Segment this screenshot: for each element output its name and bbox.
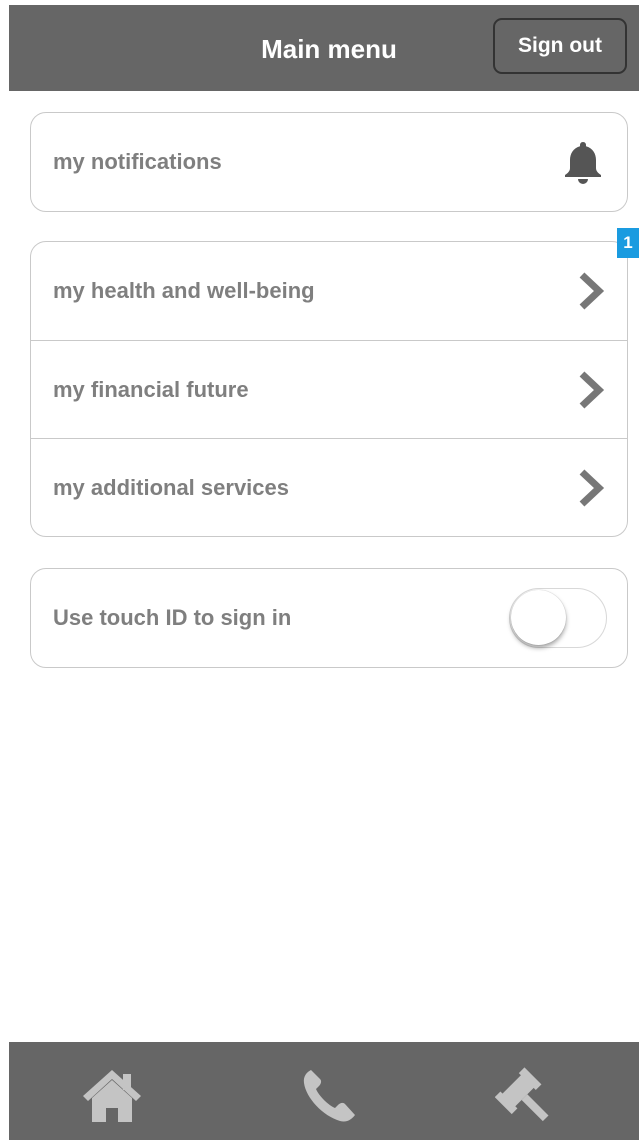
touch-id-card: Use touch ID to sign in [30,568,628,668]
menu-item-label: my health and well-being [53,278,315,303]
chevron-right-icon [579,272,605,310]
home-icon[interactable] [79,1064,145,1126]
menu-item-label: my additional services [53,474,289,500]
touch-id-label: Use touch ID to sign in [53,605,292,630]
main-menu-screen: Main menu Sign out my notifications my h… [0,0,639,1140]
toggle-knob [511,590,566,645]
bell-icon [565,142,601,184]
header-bar: Main menu Sign out [9,5,639,91]
menu-item-health[interactable]: my health and well-being [31,242,627,340]
menu-item-services[interactable]: my additional services [31,438,627,536]
phone-icon[interactable] [297,1064,363,1126]
notifications-row[interactable]: my notifications [31,113,627,211]
notification-count-badge: 1 [617,228,639,258]
sign-out-button[interactable]: Sign out [493,18,627,74]
menu-card: my health and well-being my financial fu… [30,241,628,537]
chevron-right-icon [579,370,605,409]
touch-id-row: Use touch ID to sign in [31,569,627,667]
chevron-right-icon [579,468,605,507]
touch-id-toggle[interactable] [509,588,607,648]
notifications-label: my notifications [53,149,222,174]
notifications-card: my notifications [30,112,628,212]
bottom-nav-bar [9,1042,639,1140]
menu-item-label: my financial future [53,376,249,402]
menu-item-financial[interactable]: my financial future [31,340,627,438]
gavel-icon[interactable] [495,1064,561,1126]
